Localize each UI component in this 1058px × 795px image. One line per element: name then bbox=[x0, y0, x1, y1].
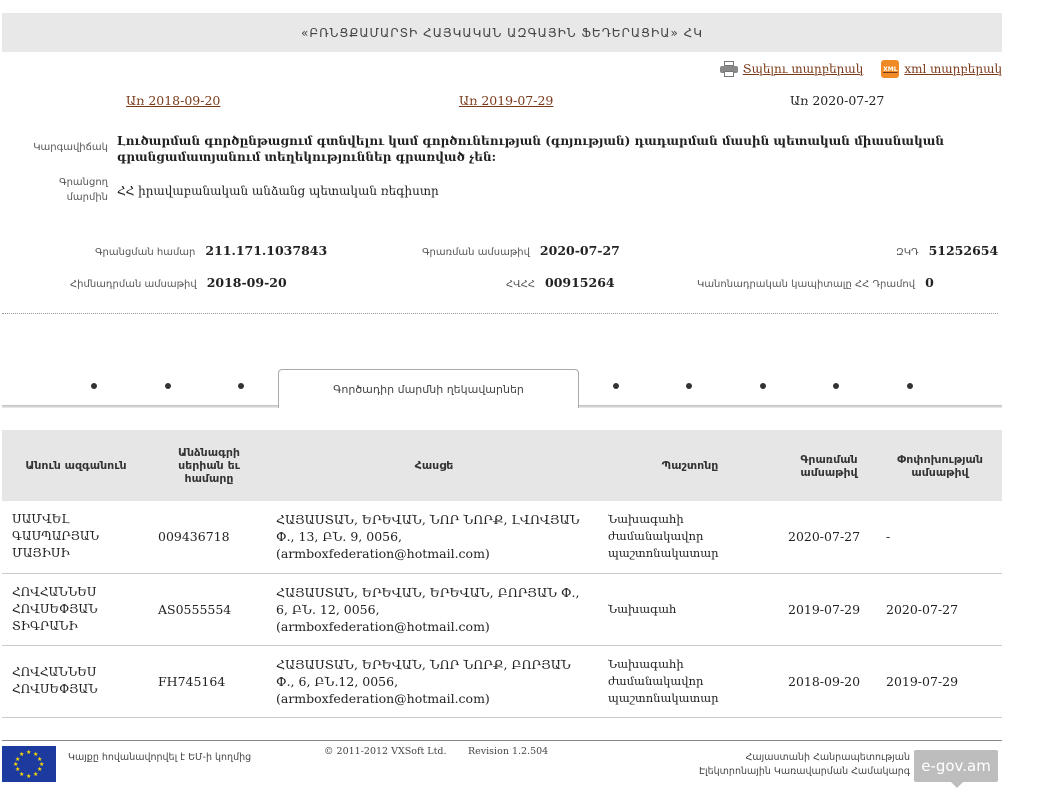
registrar-label: Գրանցող մարմին bbox=[59, 177, 108, 203]
record-date-value: 2020-07-27 bbox=[539, 243, 620, 258]
col-header-address: Հասցե bbox=[268, 430, 600, 501]
founding-date-field: Հիմնադրման ամսաթիվ 2018-09-20 bbox=[70, 275, 287, 290]
tab-dot-1[interactable] bbox=[91, 383, 97, 389]
egov-logo[interactable]: e-gov.am bbox=[914, 750, 998, 782]
reg-number-field: Գրանցման համար 211.171.1037843 bbox=[95, 243, 327, 258]
tin-label: ՀՎՀՀ bbox=[506, 279, 536, 290]
revision-text: Revision 1.2.504 bbox=[468, 746, 549, 757]
tab-dot-3[interactable] bbox=[238, 383, 244, 389]
export-links: Տպելու տարբերակ XML xml տարբերակ bbox=[719, 60, 1002, 78]
tin-field: ՀՎՀՀ 00915264 bbox=[506, 275, 615, 290]
printer-icon bbox=[719, 61, 738, 77]
founding-date-label: Հիմնադրման ամսաթիվ bbox=[70, 279, 197, 290]
cell-address: ՀԱՅԱՍՏԱՆ, ԵՐԵՎԱՆ, ՆՈՐ ՆՈՐՔ, ԼՎՈՎՅԱՆ Փ., … bbox=[268, 501, 600, 574]
tab-executive-heads[interactable]: Գործադիր մարմնի ղեկավարներ bbox=[278, 369, 579, 408]
history-date-link-2[interactable]: Առ 2019-07-29 bbox=[459, 93, 553, 108]
xml-version-label: xml տարբերակ bbox=[904, 62, 1002, 76]
cell-passport: AS0555554 bbox=[150, 573, 268, 646]
footer-divider bbox=[2, 740, 1002, 741]
cell-change-date: 2019-07-29 bbox=[878, 645, 1002, 718]
xml-version-link[interactable]: XML xml տարբերակ bbox=[881, 60, 1002, 78]
table-row: ՍԱՄՎԵԼ ԳԱՍՊԱՐՅԱՆ ՄԱՅԻՍԻ 009436718 ՀԱՅԱՍՏ… bbox=[2, 501, 1002, 574]
gov-line-2: Էլեկտրոնային Կառավարման Համակարգ bbox=[698, 766, 910, 777]
tab-dot-2[interactable] bbox=[165, 383, 171, 389]
table-row: ՀՈՎՀԱՆՆԵՍ ՀՈՎՍԵՓՅԱՆ ՏԻԳՐԱՆԻ AS0555554 ՀԱ… bbox=[2, 573, 1002, 646]
record-date-field: Գրառման ամսաթիվ 2020-07-27 bbox=[422, 243, 620, 258]
tabs-bar: Գործադիր մարմնի ղեկավարներ bbox=[2, 368, 1002, 408]
founding-date-value: 2018-09-20 bbox=[206, 275, 287, 290]
registrar-value: ՀՀ իրավաբանական անձանց պետական ռեգիստր bbox=[117, 184, 439, 198]
cell-address: ՀԱՅԱՍՏԱՆ, ԵՐԵՎԱՆ, ՆՈՐ ՆՈՐՔ, ԲՈՐՅԱՆ Փ., 6… bbox=[268, 645, 600, 718]
capital-label: Կանոնադրական կապիտալը ՀՀ Դրամով bbox=[697, 279, 916, 290]
reg-number-label: Գրանցման համար bbox=[95, 247, 196, 258]
tab-dot-7[interactable] bbox=[833, 383, 839, 389]
status-label: Կարգավիճակ bbox=[33, 142, 108, 153]
print-version-label: Տպելու տարբերակ bbox=[742, 62, 864, 76]
ipn-label: ԶԿԴ bbox=[896, 247, 919, 258]
executives-table: Անուն ազգանուն Անձնագրի սերիան եւ համարը… bbox=[2, 430, 1002, 718]
tab-dot-8[interactable] bbox=[907, 383, 913, 389]
divider bbox=[2, 313, 998, 314]
ipn-field: ԶԿԴ 51252654 bbox=[896, 243, 998, 258]
status-value: Լուծարման գործընթացում գտնվելու կամ գործ… bbox=[117, 134, 944, 164]
cell-position: Նախագահի ժամանակավոր պաշտոնակատար bbox=[600, 501, 780, 574]
eu-flag-icon: ★ ★ ★ ★ ★ ★ ★ ★ ★ ★ ★ ★ bbox=[2, 746, 56, 782]
cell-record-date: 2018-09-20 bbox=[780, 645, 878, 718]
cell-position: Նախագահի ժամանակավոր պաշտոնակատար bbox=[600, 645, 780, 718]
cell-address: ՀԱՅԱՍՏԱՆ, ԵՐԵՎԱՆ, ԵՐԵՎԱՆ, ԲՈՐՅԱՆ Փ., 6, … bbox=[268, 573, 600, 646]
cell-record-date: 2019-07-29 bbox=[780, 573, 878, 646]
copyright-text: © 2011-2012 VXSoft Ltd. bbox=[324, 746, 447, 757]
tab-dot-6[interactable] bbox=[760, 383, 766, 389]
cell-position: Նախագահ bbox=[600, 573, 780, 646]
ipn-value: 51252654 bbox=[928, 243, 999, 258]
egov-logo-tail bbox=[950, 781, 964, 788]
table-row: ՀՈՎՀԱՆՆԵՍ ՀՈՎՍԵՓՅԱՆ FH745164 ՀԱՅԱՍՏԱՆ, Ե… bbox=[2, 645, 1002, 718]
history-dates: Առ 2018-09-20 Առ 2019-07-29 Առ 2020-07-2… bbox=[0, 93, 1000, 111]
page-title: «ԲՌՆՑՔԱՄԱՐՏԻ ՀԱՅԿԱԿԱՆ ԱԶԳԱՅԻՆ ՖԵԴԵՐԱՑԻԱ»… bbox=[300, 25, 703, 40]
eu-sponsor-text: Կայքը հովանավորվել է ԵՄ-ի կողմից bbox=[68, 752, 252, 763]
current-date: Առ 2020-07-27 bbox=[790, 93, 885, 108]
tab-dot-4[interactable] bbox=[613, 383, 619, 389]
record-date-label: Գրառման ամսաթիվ bbox=[422, 247, 530, 258]
cell-name: ՍԱՄՎԵԼ ԳԱՍՊԱՐՅԱՆ ՄԱՅԻՍԻ bbox=[2, 501, 150, 574]
col-header-passport: Անձնագրի սերիան եւ համարը bbox=[150, 430, 268, 501]
cell-passport: FH745164 bbox=[150, 645, 268, 718]
gov-line-1: Հայաստանի Հանրապետության bbox=[745, 752, 910, 763]
col-header-name: Անուն ազգանուն bbox=[2, 430, 150, 501]
col-header-position: Պաշտոնը bbox=[600, 430, 780, 501]
col-header-change-date: Փոփոխության ամսաթիվ bbox=[878, 430, 1002, 501]
table-header-row: Անուն ազգանուն Անձնագրի սերիան եւ համարը… bbox=[2, 430, 1002, 501]
cell-name: ՀՈՎՀԱՆՆԵՍ ՀՈՎՍԵՓՅԱՆ bbox=[2, 645, 150, 718]
capital-field: Կանոնադրական կապիտալը ՀՀ Դրամով 0 bbox=[697, 275, 934, 290]
header-bar: «ԲՌՆՑՔԱՄԱՐՏԻ ՀԱՅԿԱԿԱՆ ԱԶԳԱՅԻՆ ՖԵԴԵՐԱՑԻԱ»… bbox=[2, 13, 1002, 52]
print-version-link[interactable]: Տպելու տարբերակ bbox=[719, 61, 864, 77]
xml-icon: XML bbox=[881, 60, 900, 78]
history-date-link-1[interactable]: Առ 2018-09-20 bbox=[126, 93, 220, 108]
cell-name: ՀՈՎՀԱՆՆԵՍ ՀՈՎՍԵՓՅԱՆ ՏԻԳՐԱՆԻ bbox=[2, 573, 150, 646]
reg-number-value: 211.171.1037843 bbox=[205, 243, 328, 258]
cell-change-date: 2020-07-27 bbox=[878, 573, 1002, 646]
col-header-record-date: Գրառման ամսաթիվ bbox=[780, 430, 878, 501]
cell-record-date: 2020-07-27 bbox=[780, 501, 878, 574]
tin-value: 00915264 bbox=[545, 275, 615, 290]
tab-dot-5[interactable] bbox=[686, 383, 692, 389]
capital-value: 0 bbox=[925, 275, 934, 290]
cell-passport: 009436718 bbox=[150, 501, 268, 574]
cell-change-date: - bbox=[878, 501, 1002, 574]
